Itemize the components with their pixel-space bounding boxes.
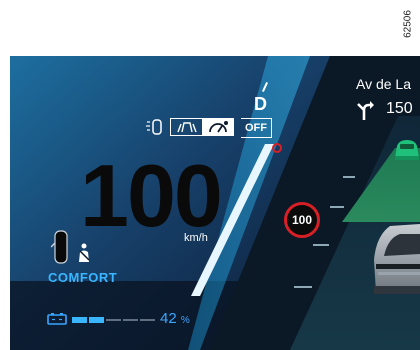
- lead-vehicle-icon: [392, 136, 420, 162]
- battery-percent-unit: %: [180, 315, 190, 326]
- turn-right-arrow-icon: [354, 100, 376, 122]
- speed-regulator-icon: [202, 118, 234, 136]
- driver-assist-car-icon: [143, 118, 167, 136]
- battery-segment: [106, 319, 121, 321]
- lane-keeping-icon: [170, 118, 202, 136]
- door-car-topview-icon: [50, 228, 72, 266]
- gear-indicator: D: [254, 94, 267, 114]
- battery-segment: [140, 319, 155, 321]
- drive-mode-label: COMFORT: [48, 270, 118, 285]
- ego-vehicle-icon: [370, 216, 420, 298]
- figure-reference: 62506: [402, 2, 414, 46]
- battery-segment: [72, 317, 87, 323]
- navigation-distance: 150: [386, 100, 413, 117]
- seatbelt-icon: [76, 242, 92, 264]
- battery-segment: [123, 319, 138, 321]
- speed-unit: km/h: [184, 232, 208, 244]
- speed-value: 100: [80, 146, 223, 245]
- speed-limit-sign: 100: [284, 202, 320, 238]
- battery-icon: [46, 312, 68, 326]
- battery-percentage: 42 %: [160, 310, 190, 327]
- battery-percent-value: 42: [160, 310, 177, 327]
- navigation-street-name: Av de La: [356, 76, 412, 92]
- regulator-status-label: OFF: [241, 118, 272, 138]
- instrument-cluster: D OFF 100 km/h COMFORT 100 Av de La 150 …: [10, 56, 420, 350]
- battery-level-gauge: [72, 317, 155, 323]
- battery-segment: [89, 317, 104, 323]
- figure-reference-number: 62506: [402, 10, 414, 38]
- speed-limit-value: 100: [291, 213, 313, 227]
